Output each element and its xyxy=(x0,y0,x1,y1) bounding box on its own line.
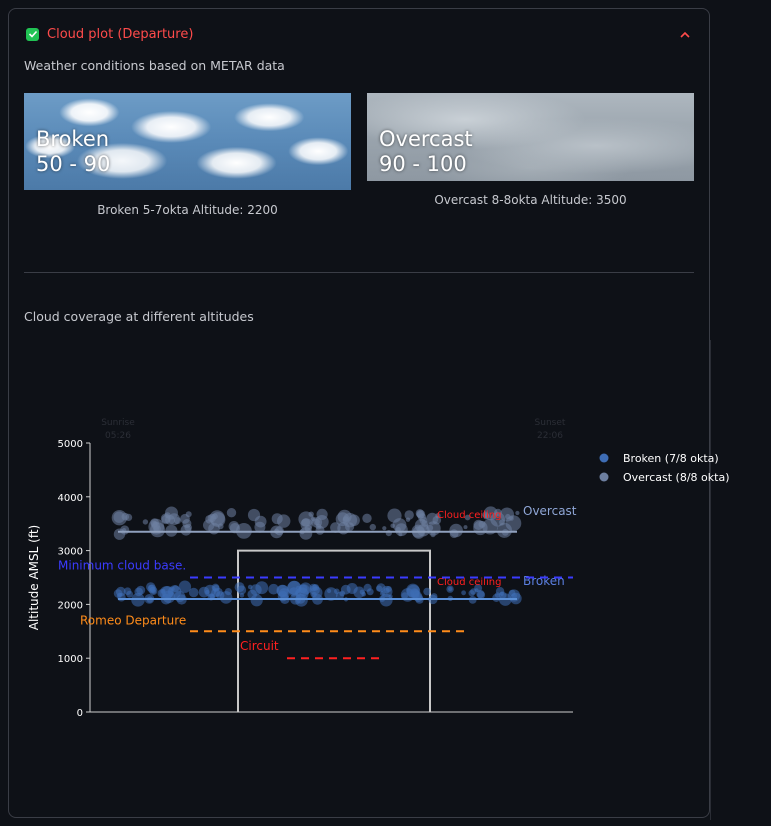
cloud-point xyxy=(369,523,376,531)
cloud-point xyxy=(136,585,146,595)
cloud-point xyxy=(461,590,466,596)
cloud-point xyxy=(212,584,220,592)
reference-line-label: Circuit xyxy=(240,639,279,653)
cloud-point xyxy=(142,519,149,525)
cloud-point xyxy=(178,580,192,593)
cloud-point xyxy=(387,508,402,523)
cloud-point xyxy=(226,508,237,518)
legend-label: Overcast (8/8 okta) xyxy=(623,471,729,484)
cloud-point xyxy=(165,524,178,537)
reference-line-label: Romeo Departure xyxy=(80,613,186,627)
y-tick-label: 1000 xyxy=(58,654,83,665)
cloud-point xyxy=(205,589,210,595)
cloud-point xyxy=(381,585,393,598)
cloud-point xyxy=(309,584,320,596)
cloud-point xyxy=(470,588,477,595)
cloud-point xyxy=(125,513,133,522)
cloud-point xyxy=(477,591,486,599)
y-tick-label: 5000 xyxy=(58,439,83,450)
cloud-ceiling-label: Cloud ceiling xyxy=(437,577,501,588)
cloud-point xyxy=(315,525,325,535)
y-tick-label: 4000 xyxy=(58,493,83,504)
cloud-point xyxy=(254,515,267,528)
legend-label: Broken (7/8 okta) xyxy=(623,452,719,465)
cloud-point xyxy=(505,515,522,532)
band-label: Broken xyxy=(523,574,565,588)
cloud-point xyxy=(340,584,351,595)
cloud-point xyxy=(362,513,372,523)
cloud-point xyxy=(390,523,396,529)
cloud-point xyxy=(382,526,387,531)
y-tick-label: 0 xyxy=(77,708,83,719)
cloud-coverage-chart: 0 1000 2000 3000 4000 5000 Altitude AMSL (ft) S… xyxy=(27,418,729,719)
cloud-point xyxy=(515,510,520,516)
cloud-point xyxy=(310,516,316,522)
cloud-point xyxy=(160,588,166,594)
cloud-point xyxy=(449,523,463,538)
cloud-point xyxy=(185,511,192,518)
cloud-point xyxy=(117,592,122,598)
cloud-point xyxy=(207,513,216,523)
cloud-point xyxy=(150,522,166,538)
legend-marker xyxy=(599,453,609,463)
cloud-point xyxy=(366,588,374,596)
cloud-ceiling-label: Cloud ceiling xyxy=(437,510,501,521)
sunrise-time: 05:26 xyxy=(105,431,131,441)
cloud-point xyxy=(239,593,245,598)
sunset-label: Sunset xyxy=(535,418,566,428)
sunrise-label: Sunrise xyxy=(101,418,135,428)
cloud-point xyxy=(395,523,408,537)
y-tick-label: 3000 xyxy=(58,547,83,558)
cloud-point xyxy=(416,510,425,519)
reference-line-label: Minimum cloud base. xyxy=(58,559,186,573)
sunset-time: 22:06 xyxy=(537,431,563,441)
band-label: Overcast xyxy=(523,504,577,518)
cloud-point xyxy=(171,585,180,593)
cloud-point xyxy=(298,584,310,597)
cloud-point xyxy=(473,519,484,531)
cloud-point xyxy=(151,589,157,594)
cloud-point xyxy=(168,513,181,526)
cloud-point xyxy=(361,591,367,597)
cloud-point xyxy=(463,525,468,530)
y-axis-label: Altitude AMSL (ft) xyxy=(27,525,41,630)
cloud-point xyxy=(217,523,224,530)
cloud-point xyxy=(423,587,431,596)
cloud-point xyxy=(271,513,283,525)
cloud-point xyxy=(224,588,232,596)
cloud-point xyxy=(494,592,501,598)
y-tick-label: 2000 xyxy=(58,600,83,611)
cloud-point xyxy=(111,510,128,526)
cloud-point xyxy=(250,594,263,607)
cloud-point xyxy=(228,521,240,532)
cloud-point xyxy=(337,509,352,524)
cloud-point xyxy=(421,520,429,527)
cloud-point xyxy=(182,519,192,528)
cloud-point xyxy=(126,590,133,598)
cloud-point xyxy=(405,517,411,522)
legend-marker xyxy=(599,472,609,482)
cloud-point xyxy=(276,584,290,598)
